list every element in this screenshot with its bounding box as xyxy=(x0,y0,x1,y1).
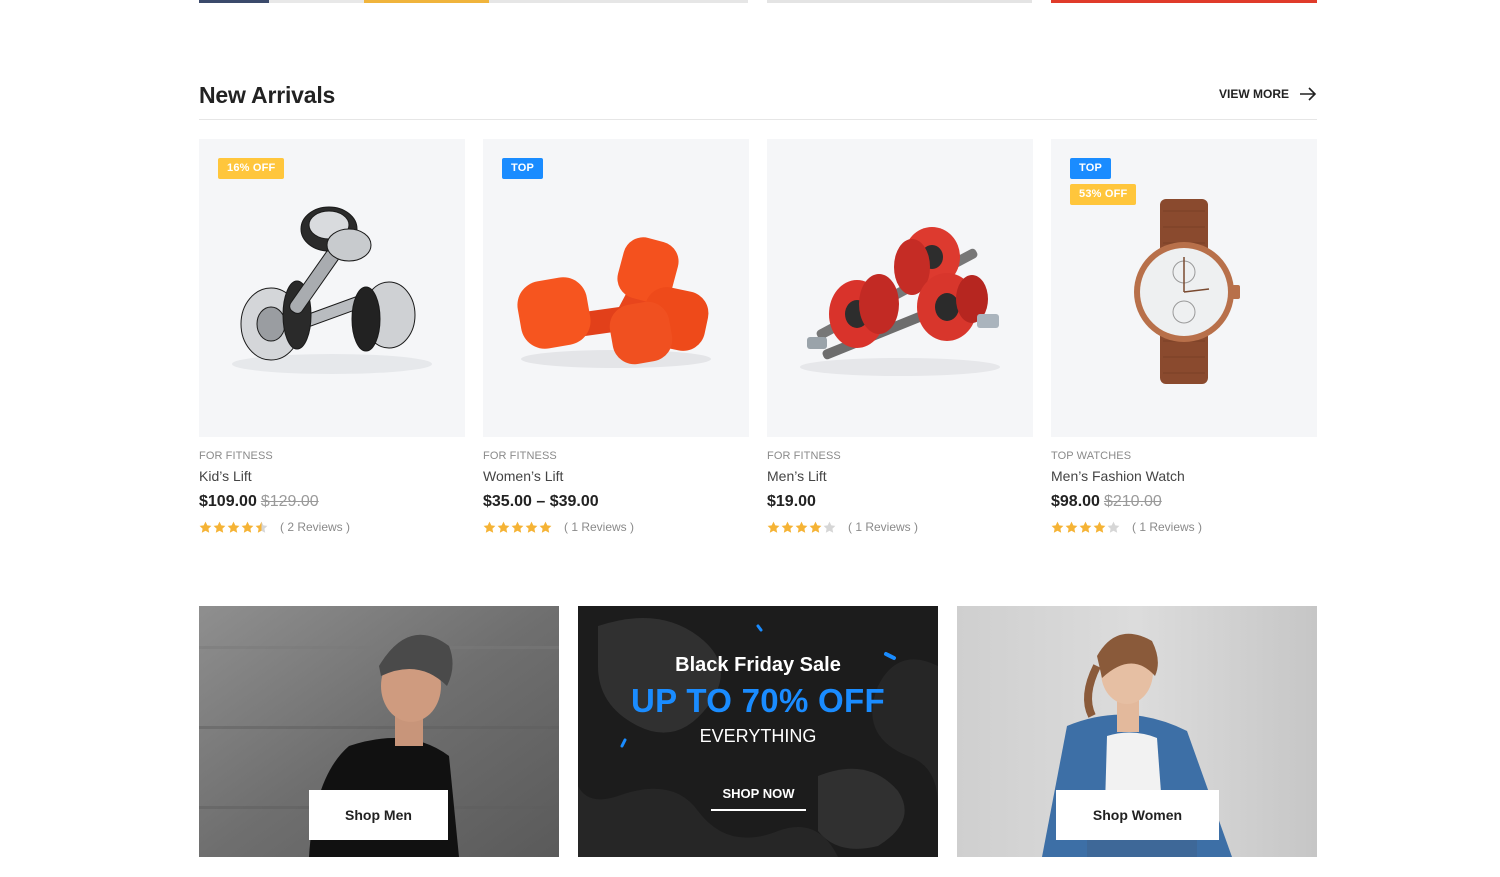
review-count[interactable]: ( 2 Reviews ) xyxy=(280,520,350,534)
section-title: New Arrivals xyxy=(199,82,336,108)
star-icon xyxy=(213,521,226,533)
orange-dumbbells-image xyxy=(517,237,711,368)
old-price: $129.00 xyxy=(260,493,319,510)
arrow-right-icon xyxy=(1300,87,1317,101)
promo-subtitle: EVERYTHING xyxy=(699,726,817,746)
product-image[interactable] xyxy=(767,139,1033,437)
star-icon xyxy=(1107,521,1120,533)
previous-section-image-edge xyxy=(767,0,1032,3)
product-rating: ( 1 Reviews ) xyxy=(767,520,918,534)
top-badge: TOP xyxy=(1070,158,1112,179)
star-icon xyxy=(1079,521,1092,533)
discount-badge: 53% OFF xyxy=(1070,184,1137,205)
product-card[interactable]: TOP FOR FITNESS Women’s Lift $35.00 – $3… xyxy=(483,139,749,549)
previous-section-image-edge xyxy=(199,0,748,3)
star-icon xyxy=(483,521,496,533)
promo-title: Black Friday Sale xyxy=(675,654,841,676)
shop-now-button[interactable]: SHOP NOW xyxy=(711,786,806,811)
product-rating: ( 1 Reviews ) xyxy=(1051,520,1202,534)
star-icon xyxy=(823,521,836,533)
product-card[interactable]: TOP 53% OFF TOP WATCHES Men’s Fashion Wa… xyxy=(1051,139,1317,549)
current-price: $109.00 xyxy=(199,493,257,510)
product-card[interactable]: 16% OFF FOR FITNESS Kid’s Lift $109.00 $1… xyxy=(199,139,465,549)
product-card[interactable]: FOR FITNESS Men’s Lift $19.00 ( 1 Review… xyxy=(767,139,1033,549)
star-icon xyxy=(539,521,552,533)
star-icon xyxy=(199,521,212,533)
current-price: $35.00 – $39.00 xyxy=(483,493,599,510)
star-icon xyxy=(767,521,780,533)
star-icon xyxy=(497,521,510,533)
section-header: New Arrivals VIEW MORE xyxy=(199,80,1317,120)
review-count[interactable]: ( 1 Reviews ) xyxy=(1132,520,1202,534)
shop-men-button[interactable]: Shop Men xyxy=(309,790,448,840)
star-rating xyxy=(1051,521,1120,534)
previous-section-image-edge xyxy=(1051,0,1317,3)
product-category[interactable]: FOR FITNESS xyxy=(199,450,273,462)
shop-women-button[interactable]: Shop Women xyxy=(1056,790,1219,840)
black-friday-banner[interactable]: Black Friday Sale UP TO 70% OFF EVERYTHI… xyxy=(578,606,938,857)
star-icon xyxy=(227,521,240,533)
star-icon xyxy=(255,521,268,533)
star-icon xyxy=(511,521,524,533)
discount-badge: 16% OFF xyxy=(218,158,285,179)
view-more-link[interactable]: VIEW MORE xyxy=(1219,87,1317,101)
product-price: $19.00 xyxy=(767,493,816,511)
star-icon xyxy=(781,521,794,533)
star-icon xyxy=(1065,521,1078,533)
star-icon xyxy=(809,521,822,533)
chrome-dumbbells-image xyxy=(232,206,432,374)
promo-banners: Shop Men Black Friday Sale UP TO 70% OFF… xyxy=(199,606,1317,857)
red-dumbbells-image xyxy=(800,227,1000,376)
product-price: $35.00 – $39.00 xyxy=(483,493,599,511)
current-price: $98.00 xyxy=(1051,493,1100,510)
product-name[interactable]: Men’s Lift xyxy=(767,468,827,484)
product-name[interactable]: Men’s Fashion Watch xyxy=(1051,468,1185,484)
star-rating xyxy=(199,521,268,534)
star-icon xyxy=(1093,521,1106,533)
product-category[interactable]: FOR FITNESS xyxy=(767,450,841,462)
shop-women-banner[interactable]: Shop Women xyxy=(957,606,1317,857)
shop-men-banner[interactable]: Shop Men xyxy=(199,606,559,857)
star-icon xyxy=(795,521,808,533)
product-rating: ( 1 Reviews ) xyxy=(483,520,634,534)
product-name[interactable]: Women’s Lift xyxy=(483,468,563,484)
current-price: $19.00 xyxy=(767,493,816,510)
star-rating xyxy=(767,521,836,534)
star-icon xyxy=(241,521,254,533)
product-image[interactable]: TOP 53% OFF xyxy=(1051,139,1317,437)
product-grid: 16% OFF FOR FITNESS Kid’s Lift $109.00 $1… xyxy=(199,139,1317,549)
product-category[interactable]: FOR FITNESS xyxy=(483,450,557,462)
top-badge: TOP xyxy=(502,158,544,179)
review-count[interactable]: ( 1 Reviews ) xyxy=(564,520,634,534)
star-icon xyxy=(1051,521,1064,533)
star-rating xyxy=(483,521,552,534)
promo-headline: UP TO 70% OFF xyxy=(631,682,885,719)
product-name[interactable]: Kid’s Lift xyxy=(199,468,252,484)
view-more-label: VIEW MORE xyxy=(1218,87,1289,101)
review-count[interactable]: ( 1 Reviews ) xyxy=(848,520,918,534)
product-rating: ( 2 Reviews ) xyxy=(199,520,350,534)
product-price: $98.00 $210.00 xyxy=(1051,493,1162,511)
product-image[interactable]: 16% OFF xyxy=(199,139,465,437)
star-icon xyxy=(525,521,538,533)
product-image[interactable]: TOP xyxy=(483,139,749,437)
product-price: $109.00 $129.00 xyxy=(199,493,319,511)
old-price: $210.00 xyxy=(1103,493,1162,510)
product-category[interactable]: TOP WATCHES xyxy=(1051,450,1131,462)
